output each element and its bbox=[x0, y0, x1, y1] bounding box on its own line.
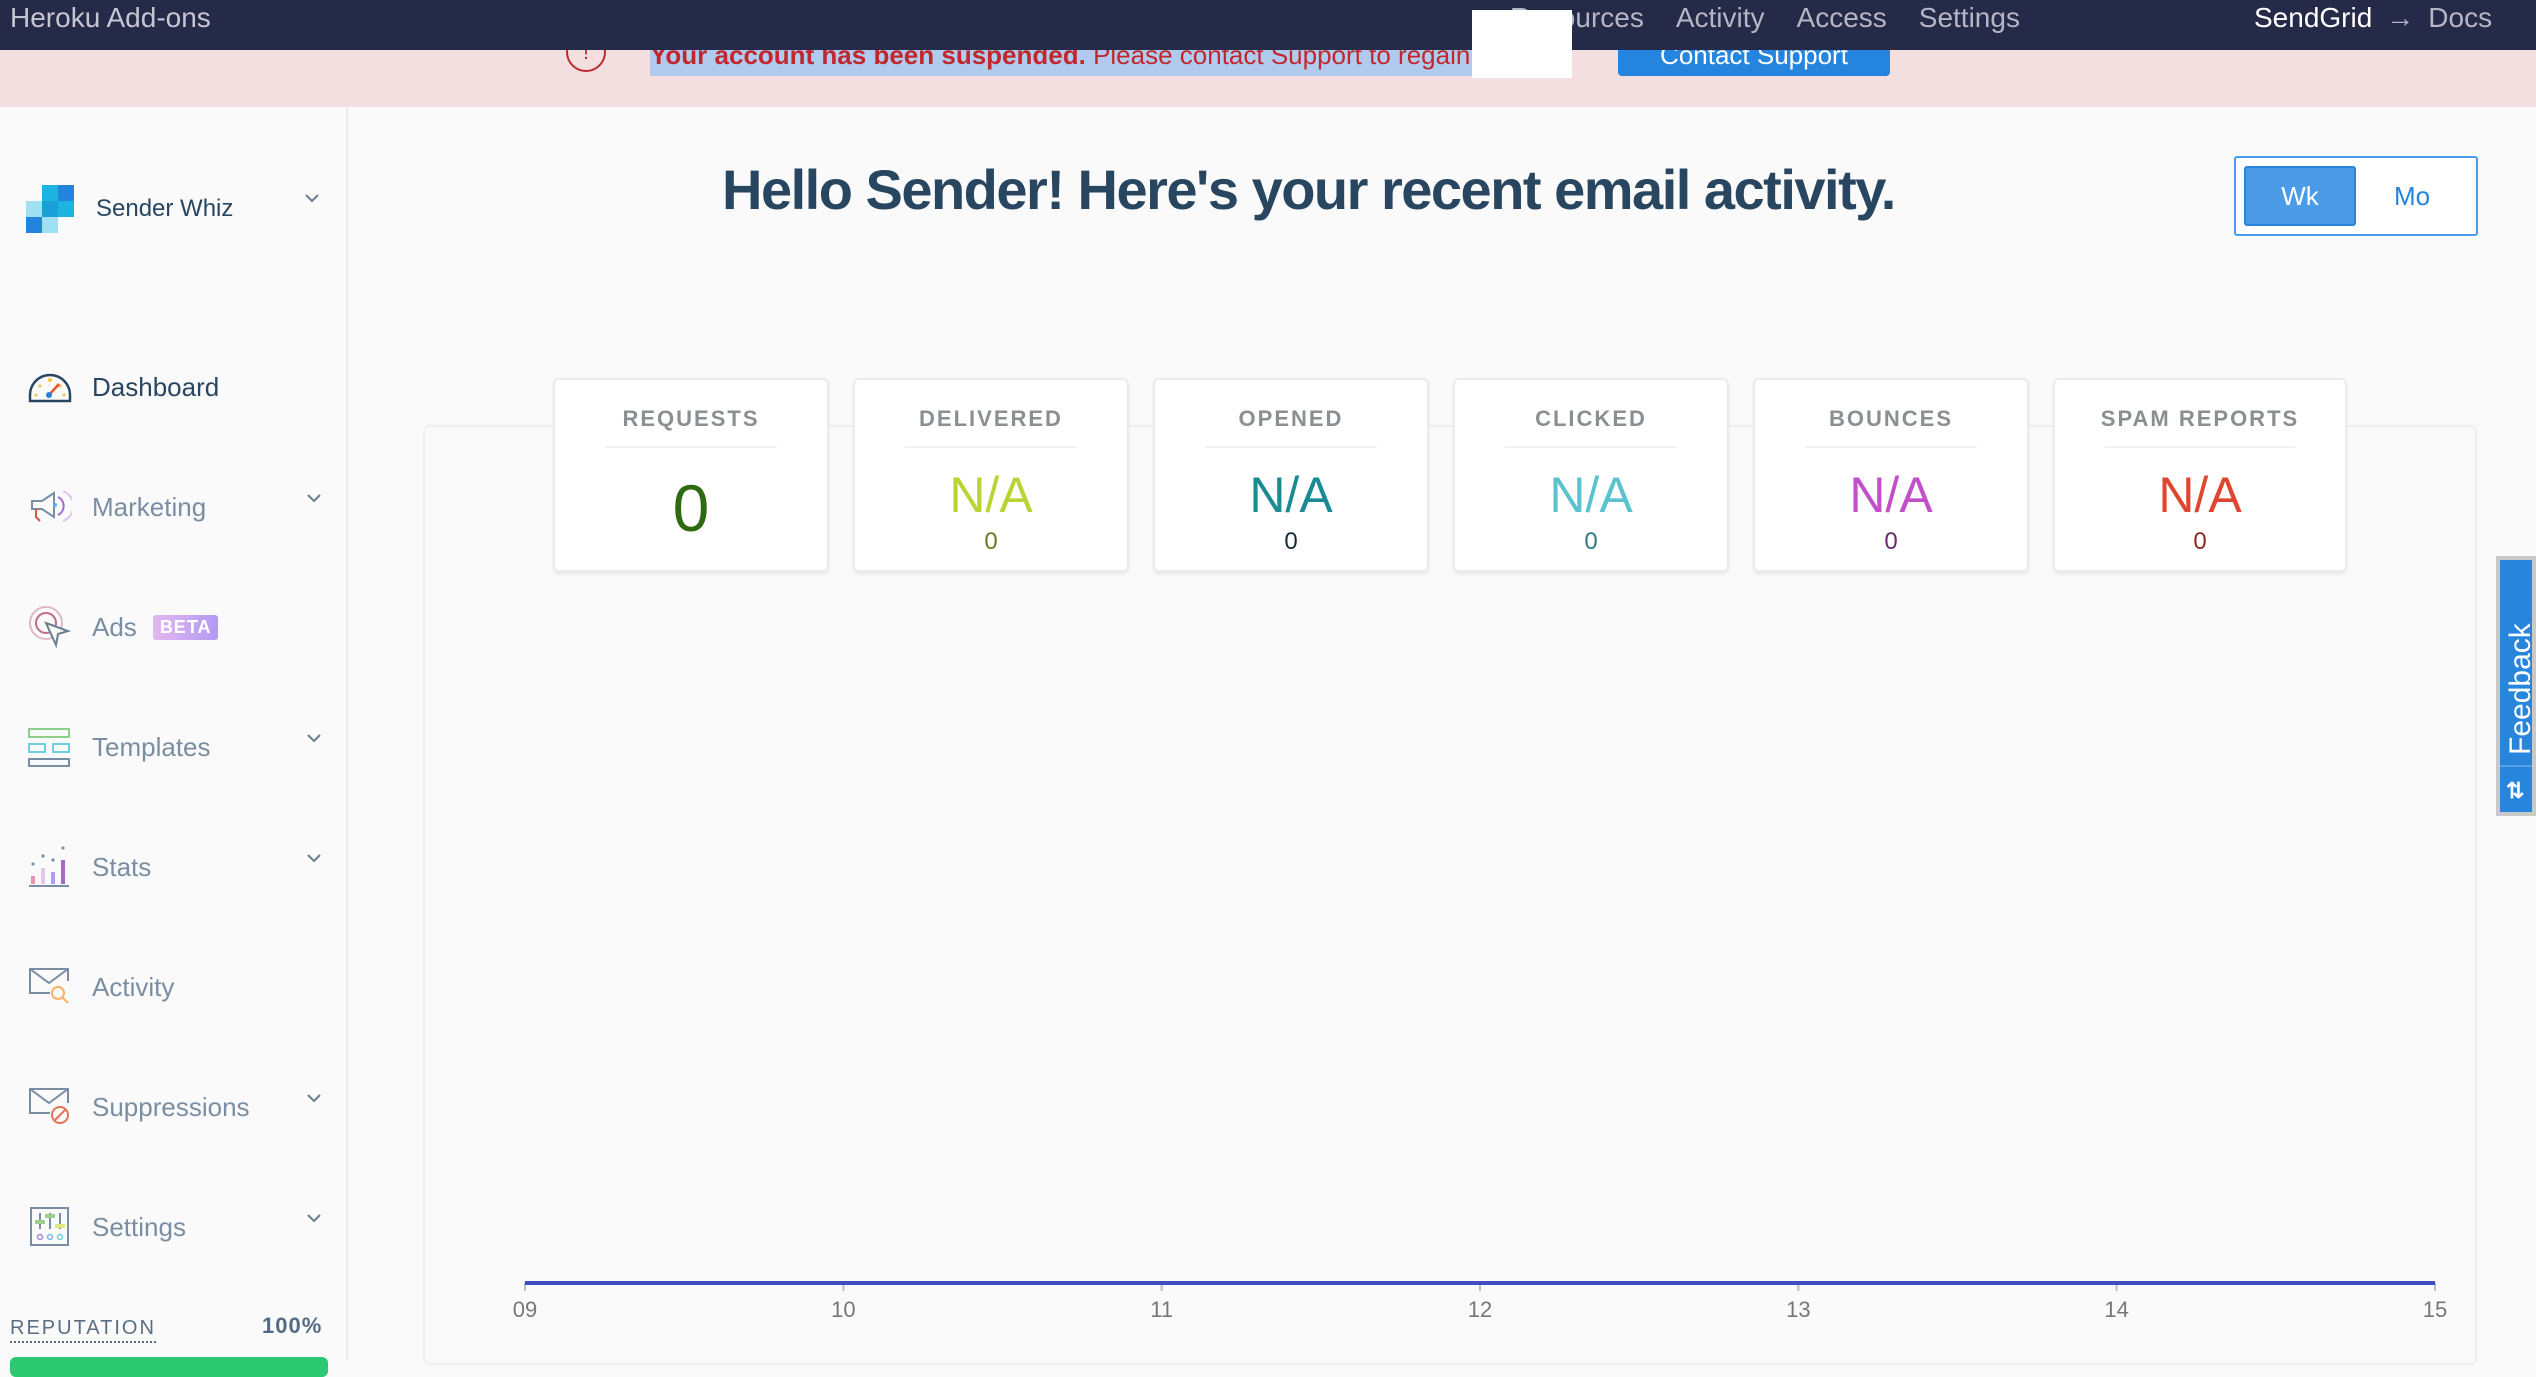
stat-card-opened[interactable]: OPENED N/A 0 bbox=[1153, 378, 1429, 572]
divider bbox=[605, 446, 777, 448]
feedback-label: Feedback bbox=[2504, 623, 2536, 755]
nav-access[interactable]: Access bbox=[1797, 2, 1887, 34]
x-tick-label: 14 bbox=[2104, 1297, 2128, 1322]
stat-card-value: 0 bbox=[672, 471, 710, 545]
sidebar-item-ads[interactable]: Ads BETA bbox=[28, 605, 219, 649]
stat-card-count: 0 bbox=[1284, 528, 1298, 555]
sidebar-item-settings[interactable]: Settings bbox=[28, 1205, 321, 1249]
account-switcher[interactable]: Sender Whiz bbox=[26, 185, 319, 233]
stat-card-value: N/A bbox=[2158, 467, 2242, 523]
feedback-tab[interactable]: Feedback ⇅ bbox=[2496, 556, 2536, 816]
divider bbox=[1505, 446, 1677, 448]
stat-card-count: 0 bbox=[1884, 528, 1898, 555]
divider bbox=[905, 446, 1077, 448]
divider bbox=[1205, 446, 1377, 448]
main-content: Hello Sender! Here's your recent email a… bbox=[350, 107, 2536, 1365]
reputation-label[interactable]: REPUTATION bbox=[10, 1317, 156, 1343]
sidebar-item-suppressions[interactable]: Suppressions bbox=[28, 1085, 321, 1129]
toggle-month[interactable]: Mo bbox=[2356, 166, 2468, 226]
sidebar-item-label: Settings bbox=[92, 1211, 186, 1242]
chevron-down-icon[interactable] bbox=[306, 493, 322, 503]
stat-card-count: 0 bbox=[2193, 528, 2207, 555]
page-title: Hello Sender! Here's your recent email a… bbox=[722, 158, 1896, 221]
sidebar-item-label: Ads bbox=[92, 611, 137, 642]
sort-arrows-icon: ⇅ bbox=[2506, 778, 2525, 803]
x-tick-label: 09 bbox=[513, 1297, 537, 1322]
x-tick-label: 11 bbox=[1150, 1297, 1173, 1322]
docs-link[interactable]: Docs bbox=[2428, 2, 2492, 34]
stat-card-label: DELIVERED bbox=[919, 406, 1063, 431]
chevron-down-icon[interactable] bbox=[306, 853, 322, 863]
sidebar-item-dashboard[interactable]: Dashboard bbox=[28, 365, 219, 409]
sidebar: Sender Whiz Dashboard Marketing Ads BETA… bbox=[0, 107, 348, 1377]
sendgrid-logo-icon bbox=[26, 185, 74, 233]
account-name: Sender Whiz bbox=[96, 195, 234, 222]
divider bbox=[2105, 446, 2295, 448]
sidebar-item-activity[interactable]: Activity bbox=[28, 965, 174, 1009]
template-icon bbox=[28, 725, 72, 769]
sidebar-item-label: Templates bbox=[92, 731, 211, 762]
mail-search-icon bbox=[28, 965, 72, 1009]
nav-activity[interactable]: Activity bbox=[1676, 2, 1765, 34]
contact-support-button[interactable]: Contact Support bbox=[1618, 50, 1890, 76]
sidebar-item-label: Dashboard bbox=[92, 371, 220, 402]
mail-block-icon bbox=[28, 1085, 72, 1129]
chevron-down-icon[interactable] bbox=[304, 193, 320, 203]
sidebar-item-templates[interactable]: Templates bbox=[28, 725, 321, 769]
stat-card-value: N/A bbox=[949, 467, 1033, 523]
stat-card-requests[interactable]: REQUESTS 0 bbox=[553, 378, 829, 572]
chevron-down-icon[interactable] bbox=[306, 1213, 322, 1223]
addon-breadcrumb: SendGrid → Docs bbox=[2254, 2, 2492, 34]
stat-card-label: SPAM REPORTS bbox=[2100, 406, 2300, 431]
x-tick-label: 12 bbox=[1468, 1297, 1492, 1322]
banner-message-bold: Your account has been suspended. bbox=[650, 50, 1086, 70]
bar-chart-icon bbox=[28, 845, 72, 889]
sidebar-item-stats[interactable]: Stats bbox=[28, 845, 321, 889]
toggle-week[interactable]: Wk bbox=[2244, 166, 2356, 226]
beta-badge: BETA bbox=[152, 614, 219, 640]
sendgrid-link[interactable]: SendGrid bbox=[2254, 2, 2372, 34]
stat-card-value: N/A bbox=[1549, 467, 1633, 523]
banner-message: Your account has been suspended. Please … bbox=[650, 50, 1472, 76]
stat-card-delivered[interactable]: DELIVERED N/A 0 bbox=[853, 378, 1129, 572]
reputation-bar-fill bbox=[10, 1357, 328, 1377]
reputation-value: 100% bbox=[262, 1313, 323, 1338]
top-nav-bar: Heroku Add-ons → Resources Activity Acce… bbox=[0, 0, 2536, 50]
sidebar-item-label: Activity bbox=[92, 971, 175, 1002]
stat-card-label: BOUNCES bbox=[1828, 406, 1953, 431]
banner-message-rest: Please contact Support to regain bbox=[1085, 50, 1471, 70]
chevron-down-icon[interactable] bbox=[306, 733, 322, 743]
period-toggle: Wk Mo bbox=[2234, 156, 2478, 236]
sidebar-item-label: Marketing bbox=[92, 491, 207, 522]
stat-card-bounces[interactable]: BOUNCES N/A 0 bbox=[1753, 378, 2029, 572]
megaphone-icon bbox=[28, 485, 72, 529]
redacted-block bbox=[1472, 10, 1572, 78]
stat-card-count: 0 bbox=[984, 528, 998, 555]
gauge-icon bbox=[28, 365, 72, 409]
heroku-addons-link[interactable]: Heroku Add-ons bbox=[10, 2, 211, 34]
stat-card-spam-reports[interactable]: SPAM REPORTS N/A 0 bbox=[2053, 378, 2347, 572]
stat-card-clicked[interactable]: CLICKED N/A 0 bbox=[1453, 378, 1729, 572]
nav-settings[interactable]: Settings bbox=[1919, 2, 2020, 34]
x-tick-label: 10 bbox=[831, 1297, 855, 1322]
stat-card-value: N/A bbox=[1249, 467, 1333, 523]
chevron-down-icon[interactable] bbox=[306, 1093, 322, 1103]
stat-card-label: OPENED bbox=[1238, 406, 1344, 431]
stat-card-label: CLICKED bbox=[1535, 406, 1647, 431]
sidebar-item-label: Stats bbox=[92, 851, 152, 882]
sidebar-item-label: Suppressions bbox=[92, 1091, 250, 1122]
suspension-banner: ! Your account has been suspended. Pleas… bbox=[0, 32, 2536, 107]
divider bbox=[1805, 446, 1977, 448]
sidebar-item-marketing[interactable]: Marketing bbox=[28, 485, 321, 529]
sliders-icon bbox=[28, 1205, 72, 1249]
stat-card-value: N/A bbox=[1849, 467, 1933, 523]
stat-card-label: REQUESTS bbox=[622, 406, 760, 431]
reputation-bar bbox=[10, 1357, 328, 1377]
x-tick-label: 15 bbox=[2423, 1297, 2447, 1322]
divider bbox=[2500, 765, 2532, 767]
stat-card-count: 0 bbox=[1584, 528, 1598, 555]
arrow-icon: → bbox=[2386, 2, 2415, 33]
target-cursor-icon bbox=[28, 605, 72, 649]
x-tick-label: 13 bbox=[1786, 1297, 1810, 1322]
